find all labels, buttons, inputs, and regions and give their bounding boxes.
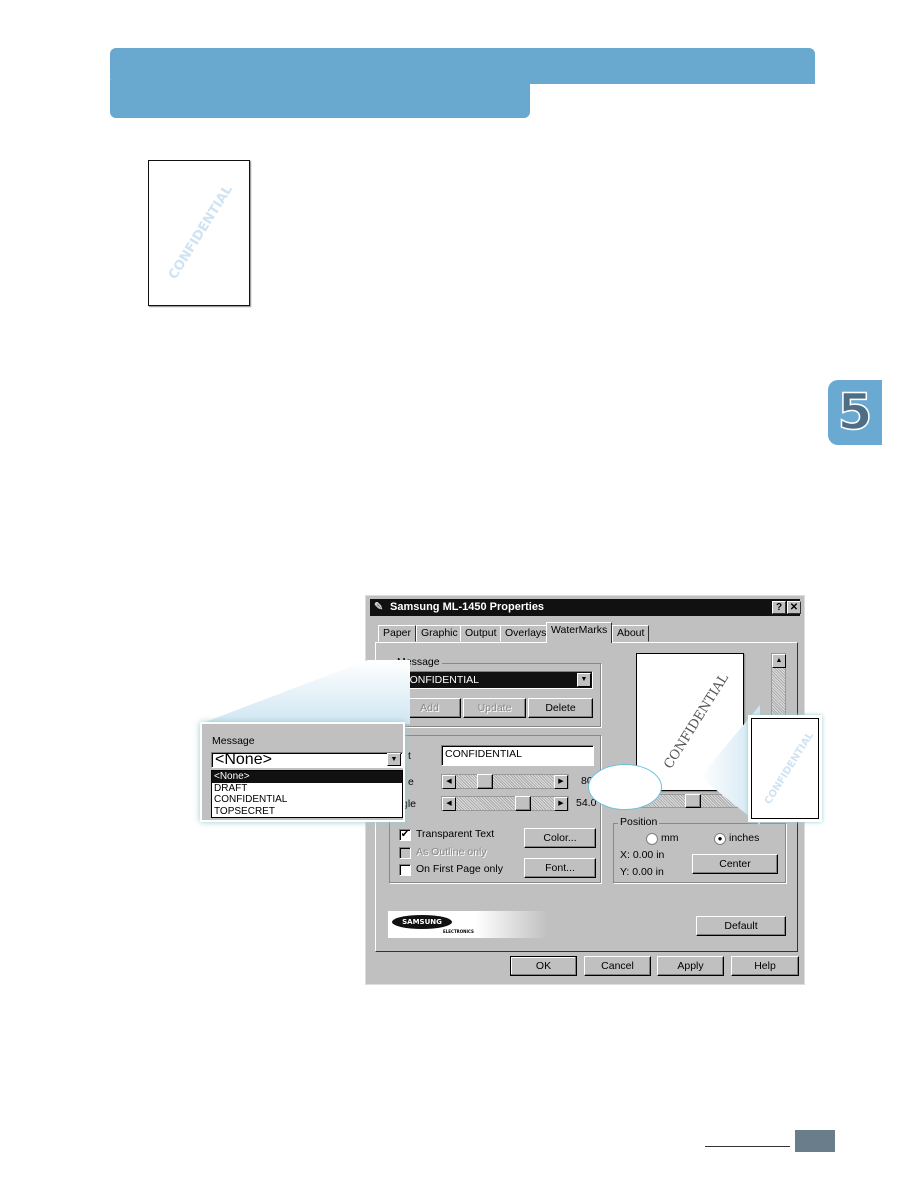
sample-page-illustration: CONFIDENTIAL — [148, 160, 250, 306]
up-arrow-icon[interactable]: ▲ — [772, 654, 786, 668]
chevron-down-icon[interactable]: ▼ — [577, 673, 591, 687]
ok-button[interactable]: OK — [510, 956, 577, 976]
logo-brand: SAMSUNG — [392, 915, 452, 929]
close-button[interactable]: ✕ — [787, 601, 801, 614]
left-arrow-icon[interactable]: ◀ — [442, 797, 456, 811]
angle-slider[interactable]: ◀ ▶ — [441, 796, 569, 811]
tab-about[interactable]: About — [612, 625, 650, 642]
inches-label: inches — [729, 832, 760, 844]
help-button[interactable]: Help — [731, 956, 799, 976]
cancel-button[interactable]: Cancel — [584, 956, 651, 976]
transparent-checkbox[interactable]: ✔ — [399, 829, 411, 841]
dropdown-option-topsecret[interactable]: TOPSECRET — [212, 806, 402, 818]
callout-message-label: Message — [210, 735, 257, 747]
tab-paper[interactable]: Paper — [378, 625, 417, 642]
tab-watermarks[interactable]: WaterMarks — [546, 622, 613, 643]
color-button[interactable]: Color... — [524, 828, 596, 848]
apply-button[interactable]: Apply — [657, 956, 724, 976]
left-arrow-icon[interactable]: ◀ — [442, 775, 456, 789]
callout-message-combo[interactable]: <None> ▼ — [211, 752, 403, 768]
outline-label: As Outline only — [416, 846, 487, 858]
delete-button[interactable]: Delete — [528, 698, 593, 718]
dialog-title: Samsung ML-1450 Properties — [390, 601, 545, 613]
logo-sub: ELECTRONICS — [443, 929, 474, 934]
text-label: t — [408, 750, 411, 762]
watermark-text-input[interactable]: CONFIDENTIAL — [441, 745, 594, 766]
x-position: X: 0.00 in — [620, 849, 665, 861]
preview-callout-page: CONFIDENTIAL — [748, 715, 822, 822]
samsung-logo: SAMSUNG ELECTRONICS — [388, 911, 548, 938]
size-slider[interactable]: ◀ ▶ — [441, 774, 569, 789]
printer-icon: ✎ — [374, 601, 384, 613]
section-header-bar — [110, 48, 815, 84]
outline-checkbox[interactable] — [399, 847, 411, 859]
mm-radio[interactable] — [646, 833, 658, 845]
size-slider-thumb[interactable] — [477, 774, 493, 789]
callout-selected: <None> — [215, 751, 272, 768]
message-selected: CONFIDENTIAL — [402, 674, 480, 686]
first-page-checkbox[interactable] — [399, 864, 411, 876]
y-position: Y: 0.00 in — [620, 866, 664, 878]
tab-output[interactable]: Output — [460, 625, 502, 642]
dropdown-option-none[interactable]: <None> — [212, 771, 402, 783]
dropdown-option-draft[interactable]: DRAFT — [212, 783, 402, 795]
angle-slider-thumb[interactable] — [514, 796, 531, 811]
callout-dropdown-list: <None> DRAFT CONFIDENTIAL TOPSECRET — [211, 770, 403, 818]
speech-cloud — [588, 764, 662, 810]
page-number-box — [795, 1130, 835, 1152]
right-arrow-icon[interactable]: ▶ — [554, 797, 568, 811]
position-group-label: Position — [618, 816, 660, 828]
mm-label: mm — [661, 832, 679, 844]
tab-graphic[interactable]: Graphic — [416, 625, 463, 642]
message-combo[interactable]: CONFIDENTIAL ▼ — [398, 671, 593, 689]
right-arrow-icon[interactable]: ▶ — [554, 775, 568, 789]
tab-overlays[interactable]: Overlays — [500, 625, 552, 642]
watermark-text: CONFIDENTIAL — [165, 182, 236, 283]
footer-rule — [705, 1146, 790, 1147]
size-label: e — [408, 776, 414, 788]
message-dropdown-callout: Message <None> ▼ <None> DRAFT CONFIDENTI… — [200, 722, 405, 822]
chevron-down-icon[interactable]: ▼ — [387, 753, 401, 766]
chapter-tab: 5 — [828, 380, 882, 445]
font-button[interactable]: Font... — [524, 858, 596, 878]
scroll-thumb[interactable] — [685, 794, 701, 808]
zoom-beam — [200, 660, 410, 724]
first-page-label: On First Page only — [416, 863, 503, 875]
inches-radio[interactable]: ● — [714, 833, 726, 845]
update-button[interactable]: Update — [463, 698, 526, 718]
transparent-label: Transparent Text — [416, 828, 495, 840]
preview-callout-watermark: CONFIDENTIAL — [762, 730, 817, 807]
section-header-bar-lower — [110, 80, 530, 118]
center-button[interactable]: Center — [692, 854, 778, 874]
title-bar: ✎ Samsung ML-1450 Properties ? ✕ — [370, 599, 801, 616]
help-title-button[interactable]: ? — [772, 601, 786, 614]
dropdown-option-confidential[interactable]: CONFIDENTIAL — [212, 794, 402, 806]
default-button[interactable]: Default — [696, 916, 786, 936]
